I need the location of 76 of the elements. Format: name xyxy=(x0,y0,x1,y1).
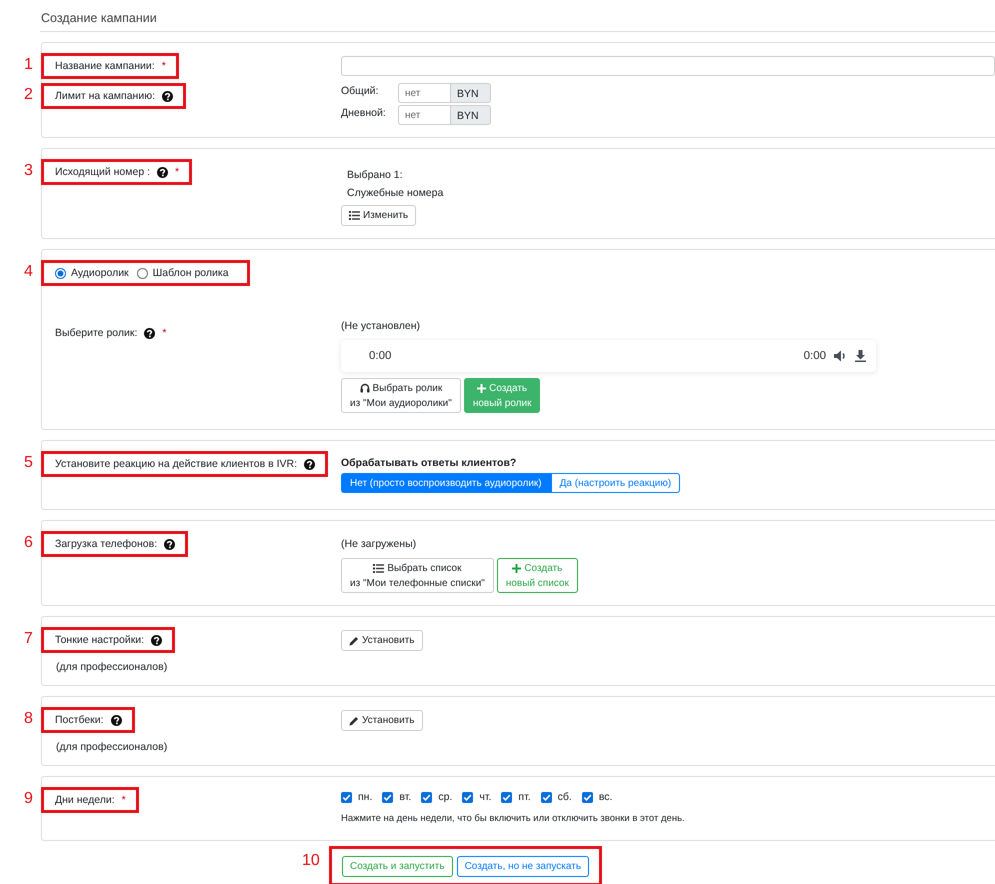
status-text: (Не загружены) xyxy=(341,538,416,550)
volume-icon[interactable] xyxy=(834,350,847,362)
checkbox[interactable] xyxy=(421,792,432,802)
pencil-icon xyxy=(349,716,359,726)
checkbox[interactable] xyxy=(382,792,394,802)
checkbox[interactable] xyxy=(501,792,512,802)
download-icon[interactable] xyxy=(855,350,866,362)
radio-button[interactable] xyxy=(55,268,66,278)
callout-number: 2 xyxy=(24,85,33,105)
field-note: (для профессионалов) xyxy=(55,740,168,753)
duration: 0:00 xyxy=(804,350,826,362)
radio-label[interactable]: Аудиоролик xyxy=(71,267,129,279)
callout-number: 8 xyxy=(24,709,33,729)
radio-button[interactable] xyxy=(136,268,148,278)
field-label: Постбеки: xyxy=(55,714,104,726)
checkbox[interactable] xyxy=(540,792,552,802)
limit-input[interactable]: нет xyxy=(398,105,451,125)
required-mark: * xyxy=(162,60,166,72)
plus-icon xyxy=(477,384,486,392)
checkbox[interactable] xyxy=(462,792,474,802)
currency-addon: BYN xyxy=(451,83,491,103)
field-label: Дни недели: xyxy=(55,794,115,806)
callout-number: 4 xyxy=(24,262,33,282)
plus-icon xyxy=(512,564,522,572)
checkbox[interactable] xyxy=(341,792,352,802)
page-title: Создание кампании xyxy=(40,10,158,26)
field-label: Выберите ролик: xyxy=(55,327,138,339)
day-label[interactable]: сб. xyxy=(558,791,572,803)
required-mark: * xyxy=(175,166,180,178)
selection-value: Служебные номера xyxy=(346,187,444,199)
required-mark: * xyxy=(162,327,166,339)
currency-addon: BYN xyxy=(451,105,491,125)
day-label[interactable]: чт. xyxy=(479,791,492,803)
list-icon xyxy=(349,211,360,220)
day-label[interactable]: пт. xyxy=(518,791,531,803)
field-label: Исходящий номер : xyxy=(55,166,150,178)
name-input[interactable] xyxy=(341,56,995,76)
field-label: Название кампании: xyxy=(55,60,155,72)
question-text: Обрабатывать ответы клиентов? xyxy=(341,456,516,469)
day-label[interactable]: вс. xyxy=(598,791,612,803)
callout-number: 9 xyxy=(24,789,33,809)
limit-label: Общий: xyxy=(341,84,380,97)
required-mark: * xyxy=(122,794,126,806)
list-icon xyxy=(373,564,384,572)
status-text: (Не установлен) xyxy=(341,320,420,332)
callout-number: 5 xyxy=(24,453,33,473)
checkbox[interactable] xyxy=(582,792,593,802)
pencil-icon xyxy=(349,636,359,646)
button[interactable]: Создать, но не запускать xyxy=(456,856,590,876)
button[interactable]: Выбрать список из "Мои телефонные списки" xyxy=(341,558,494,593)
callout-number: 6 xyxy=(24,533,33,553)
field-label: Тонкие настройки: xyxy=(55,634,144,646)
limit-input[interactable]: нет xyxy=(398,83,451,103)
headphones-icon xyxy=(360,383,370,393)
button[interactable]: Установить xyxy=(341,630,422,651)
callout-number: 1 xyxy=(24,55,33,75)
button[interactable]: Установить xyxy=(341,710,422,731)
day-label[interactable]: вт. xyxy=(399,791,412,803)
radio-label[interactable]: Шаблон ролика xyxy=(152,267,229,279)
day-label[interactable]: пн. xyxy=(358,791,372,803)
field-label: Установите реакцию на действие клиентов в IVR: xyxy=(55,458,297,470)
hint-text: Нажмите на день недели, что бы включить или отключить звонки в этот день. xyxy=(341,812,685,826)
day-label[interactable]: ср. xyxy=(438,791,452,803)
field-label: Лимит на кампанию: xyxy=(55,90,155,102)
selection-count: Выбрано 1: xyxy=(346,169,403,181)
callout-number: 10 xyxy=(302,851,320,871)
callout-number: 3 xyxy=(24,161,33,181)
toggle-option[interactable]: Нет (просто воспроизводить аудиоролик) xyxy=(341,473,551,493)
field-label: Загрузка телефонов: xyxy=(55,538,158,550)
limit-label: Дневной: xyxy=(341,106,387,119)
button[interactable]: Изменить xyxy=(341,205,416,226)
button[interactable]: Выбрать ролик из "Мои аудиоролики" xyxy=(341,378,461,413)
callout-number: 7 xyxy=(24,629,33,649)
toggle-option[interactable]: Да (настроить реакцию) xyxy=(550,473,680,493)
current-time: 0:00 xyxy=(369,350,392,362)
field-note: (для профессионалов) xyxy=(55,660,168,673)
